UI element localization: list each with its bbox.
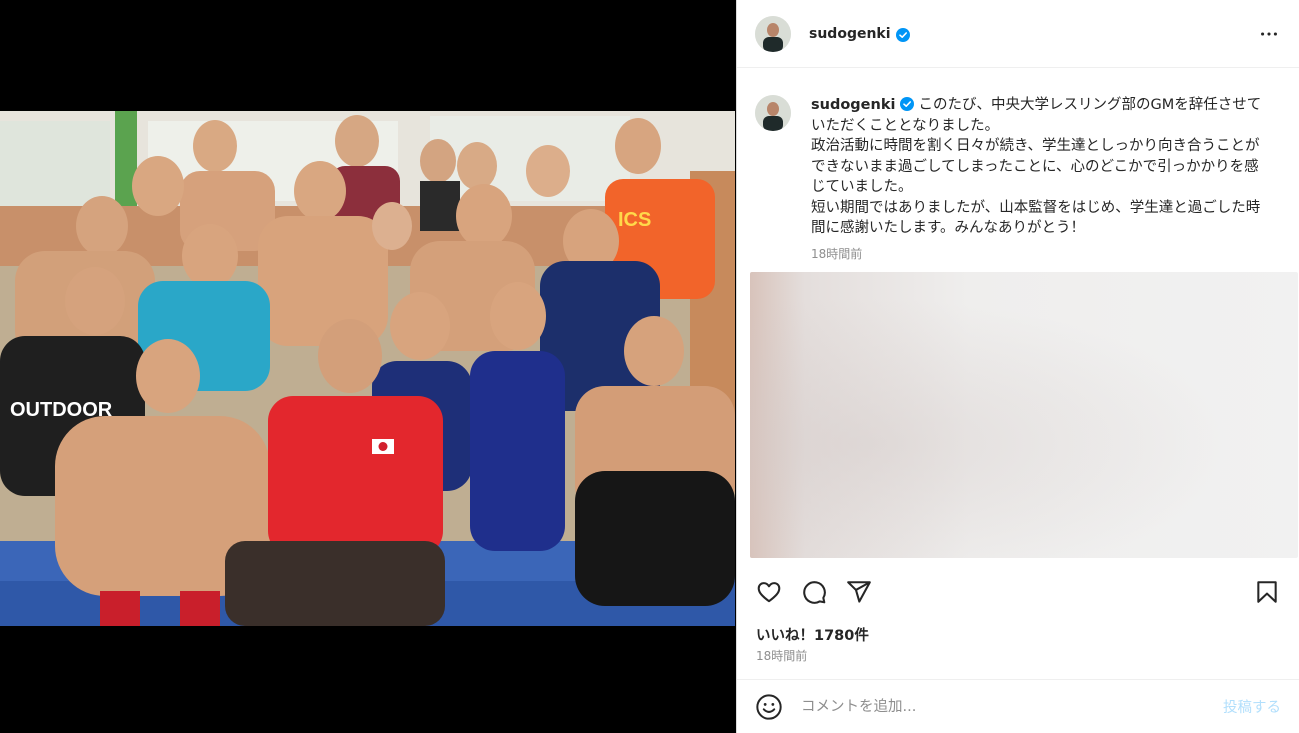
post-photo[interactable]: ICS OUTDOOR — [0, 111, 735, 626]
comment-icon[interactable] — [800, 578, 828, 606]
instagram-post-view: ICS OUTDOOR sudogenki sudogenki このたび、中央大… — [0, 0, 1299, 733]
emoji-icon[interactable] — [755, 693, 783, 721]
caption-avatar[interactable] — [755, 95, 791, 131]
header-username[interactable]: sudogenki — [809, 26, 891, 42]
post-side-panel: sudogenki sudogenki このたび、中央大学レスリング部のGMを辞… — [736, 0, 1299, 733]
heart-icon[interactable] — [755, 578, 783, 606]
caption-body: sudogenki このたび、中央大学レスリング部のGMを辞任させていただくことと… — [811, 95, 1273, 262]
post-header: sudogenki — [737, 0, 1299, 68]
more-options-icon[interactable] — [1257, 22, 1281, 46]
caption-timestamp: 18時間前 — [811, 246, 863, 261]
post-timestamp[interactable]: 18時間前 — [756, 647, 807, 664]
blurred-comments-area — [750, 272, 1298, 558]
verified-badge-icon — [895, 27, 910, 42]
avatar[interactable] — [755, 15, 791, 52]
caption-block: sudogenki このたび、中央大学レスリング部のGMを辞任させていただくことと… — [737, 68, 1299, 262]
shirt-logo-ics: ICS — [618, 209, 651, 231]
post-comment-button[interactable]: 投稿する — [1223, 696, 1281, 717]
share-icon[interactable] — [845, 578, 873, 606]
caption-avatar-image — [755, 95, 791, 131]
bookmark-icon[interactable] — [1253, 578, 1281, 606]
action-bar — [737, 575, 1299, 609]
avatar-image — [755, 15, 791, 52]
team-group-photo: ICS OUTDOOR — [0, 111, 735, 626]
caption-username[interactable]: sudogenki — [811, 97, 895, 113]
comment-input[interactable] — [799, 697, 1223, 716]
caption: sudogenki このたび、中央大学レスリング部のGMを辞任させていただくことと… — [811, 95, 1273, 239]
caption-text: このたび、中央大学レスリング部のGMを辞任させていただくこととなりました。 政治… — [811, 97, 1262, 236]
comment-bar: 投稿する — [737, 679, 1299, 733]
caption-verified-badge-icon — [900, 97, 915, 111]
media-pane: ICS OUTDOOR — [0, 0, 736, 733]
likes-count[interactable]: いいね！1780件 — [756, 624, 869, 645]
